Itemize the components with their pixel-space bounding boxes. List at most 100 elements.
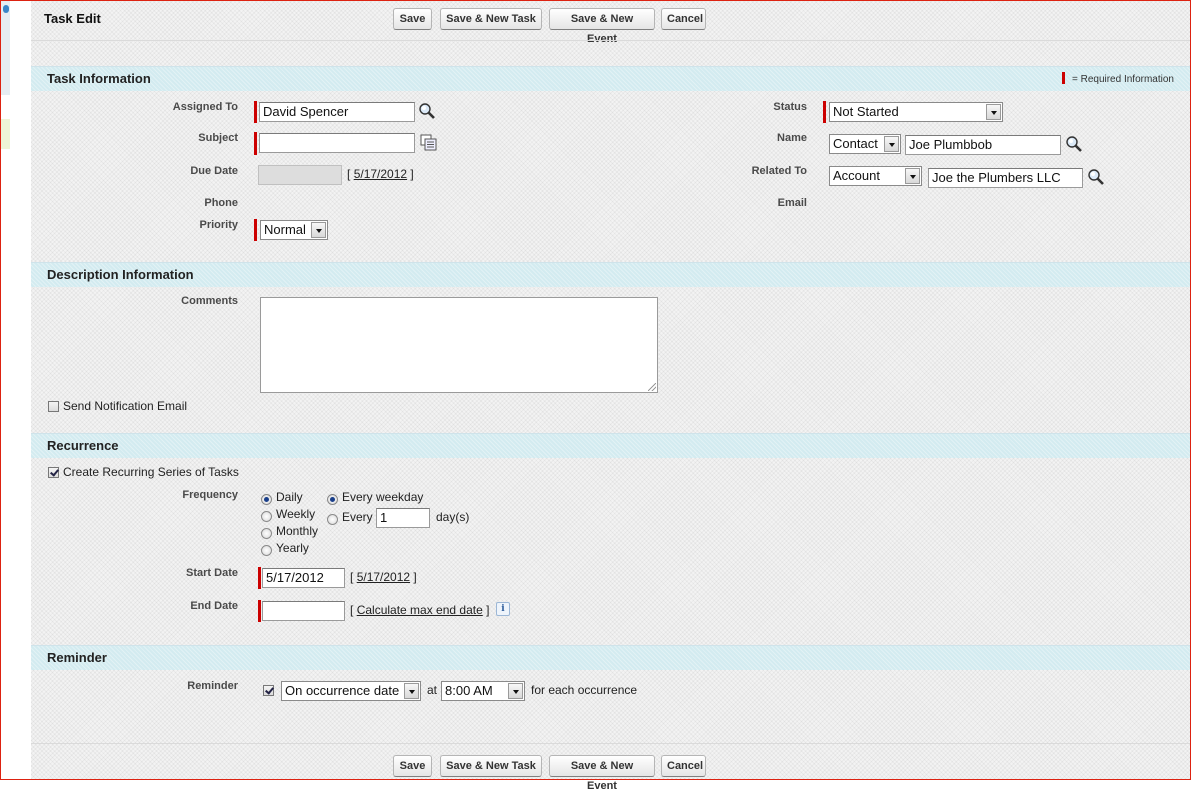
name-type-select[interactable]: Contact <box>829 134 901 154</box>
section-reminder: Reminder <box>31 645 1190 670</box>
chevron-down-icon <box>404 683 419 699</box>
related-to-input[interactable]: Joe the Plumbers LLC <box>928 168 1083 188</box>
status-select[interactable]: Not Started <box>829 102 1003 122</box>
reminder-time-select[interactable]: 8:00 AM <box>441 681 525 701</box>
save-new-task-button-bottom[interactable]: Save & New Task <box>440 755 542 777</box>
related-type-select[interactable]: Account <box>829 166 922 186</box>
chevron-down-icon <box>508 683 523 699</box>
window-frame: Task Edit Save Save & New Task Save & Ne… <box>0 0 1191 792</box>
section-recurrence: Recurrence <box>31 433 1190 458</box>
start-date-input[interactable]: 5/17/2012 <box>262 568 345 588</box>
due-date-label: Due Date <box>190 165 238 177</box>
left-sidebar-strip <box>1 1 10 95</box>
reminder-time-value: 8:00 AM <box>445 683 493 698</box>
required-legend-text: = Required Information <box>1071 74 1174 85</box>
end-date-label: End Date <box>190 600 238 612</box>
save-new-event-button-top[interactable]: Save & New Event <box>549 8 655 45</box>
days-unit-label: day(s) <box>436 510 470 524</box>
chevron-down-icon <box>311 222 326 238</box>
frequency-monthly-radio[interactable] <box>261 528 272 539</box>
lookup-icon[interactable] <box>1065 135 1083 153</box>
lookup-icon[interactable] <box>418 102 436 120</box>
frequency-daily-radio[interactable] <box>261 494 272 505</box>
due-date-today-link[interactable]: 5/17/2012 <box>354 167 407 181</box>
status-value: Not Started <box>833 104 899 119</box>
create-recurring-label: Create Recurring Series of Tasks <box>63 465 239 479</box>
page-title: Task Edit <box>44 11 101 26</box>
subject-label: Subject <box>198 132 238 144</box>
reminder-when-select[interactable]: On occurrence date <box>281 681 421 701</box>
required-marker <box>823 101 826 123</box>
section-task-information: Task Information = Required Information <box>31 66 1190 91</box>
cancel-button-top[interactable]: Cancel <box>661 8 706 30</box>
header-divider <box>31 40 1190 41</box>
every-n-days-radio[interactable] <box>327 514 338 525</box>
create-recurring-checkbox[interactable] <box>48 467 59 478</box>
priority-select[interactable]: Normal <box>260 220 328 240</box>
start-date-shortcut: [ 5/17/2012 ] <box>350 570 417 584</box>
left-sidebar-strip-lower <box>1 119 10 149</box>
comments-textarea[interactable] <box>260 297 658 393</box>
combobox-icon[interactable] <box>420 134 438 152</box>
reminder-when-value: On occurrence date <box>285 683 400 698</box>
footer-divider <box>31 743 1190 744</box>
frequency-weekly-label: Weekly <box>276 507 316 521</box>
resize-grip-icon[interactable] <box>648 383 656 391</box>
reminder-at-label: at <box>427 683 438 697</box>
frequency-yearly-label: Yearly <box>276 541 309 555</box>
section-title: Reminder <box>47 650 107 665</box>
reminder-label: Reminder <box>187 680 238 692</box>
frequency-yearly-radio[interactable] <box>261 545 272 556</box>
bracket-close: ] <box>413 570 417 584</box>
required-marker <box>258 567 261 589</box>
calculate-max-end-date-link[interactable]: Calculate max end date <box>357 603 483 617</box>
save-new-task-button-top[interactable]: Save & New Task <box>440 8 542 30</box>
status-label: Status <box>773 101 807 113</box>
section-title: Recurrence <box>47 438 119 453</box>
bracket-close: ] <box>410 167 414 181</box>
cancel-button-bottom[interactable]: Cancel <box>661 755 706 777</box>
required-marker <box>254 101 257 123</box>
start-date-label: Start Date <box>186 567 238 579</box>
every-weekday-radio[interactable] <box>327 494 338 505</box>
related-type-value: Account <box>833 168 880 183</box>
end-date-input[interactable] <box>262 601 345 621</box>
assigned-to-label: Assigned To <box>172 101 238 113</box>
lookup-icon[interactable] <box>1087 168 1105 186</box>
save-button-bottom[interactable]: Save <box>393 755 432 777</box>
bracket-open: [ <box>350 603 354 617</box>
every-weekday-label: Every weekday <box>342 490 424 504</box>
section-description-information: Description Information <box>31 262 1190 287</box>
required-marker <box>254 219 257 241</box>
assigned-to-input[interactable]: David Spencer <box>259 102 415 122</box>
chevron-down-icon <box>905 168 920 184</box>
save-button-top[interactable]: Save <box>393 8 432 30</box>
required-legend: = Required Information <box>1061 72 1174 85</box>
priority-value: Normal <box>264 222 306 237</box>
due-date-input[interactable] <box>258 165 342 185</box>
name-type-value: Contact <box>833 136 878 151</box>
save-new-event-button-bottom[interactable]: Save & New Event <box>549 755 655 792</box>
name-input[interactable]: Joe Plumbbob <box>905 135 1061 155</box>
phone-label: Phone <box>204 197 238 209</box>
frequency-weekly-radio[interactable] <box>261 511 272 522</box>
send-notification-checkbox[interactable] <box>48 401 59 412</box>
required-marker <box>1061 72 1065 84</box>
bracket-open: [ <box>350 570 354 584</box>
comments-label: Comments <box>181 295 238 307</box>
info-icon[interactable]: i <box>496 602 510 616</box>
start-date-today-link[interactable]: 5/17/2012 <box>357 570 410 584</box>
subject-input[interactable] <box>259 133 415 153</box>
frequency-label: Frequency <box>182 489 238 501</box>
calc-end-date-shortcut: [ Calculate max end date ] <box>350 603 489 617</box>
send-notification-label: Send Notification Email <box>63 399 188 413</box>
related-to-label: Related To <box>751 165 807 177</box>
every-days-input[interactable]: 1 <box>376 508 430 528</box>
reminder-checkbox[interactable] <box>263 685 274 696</box>
required-marker <box>254 132 257 155</box>
section-title: Description Information <box>47 267 194 282</box>
frequency-monthly-label: Monthly <box>276 524 319 538</box>
bracket-open: [ <box>347 167 351 181</box>
priority-label: Priority <box>199 219 238 231</box>
required-marker <box>258 600 261 622</box>
